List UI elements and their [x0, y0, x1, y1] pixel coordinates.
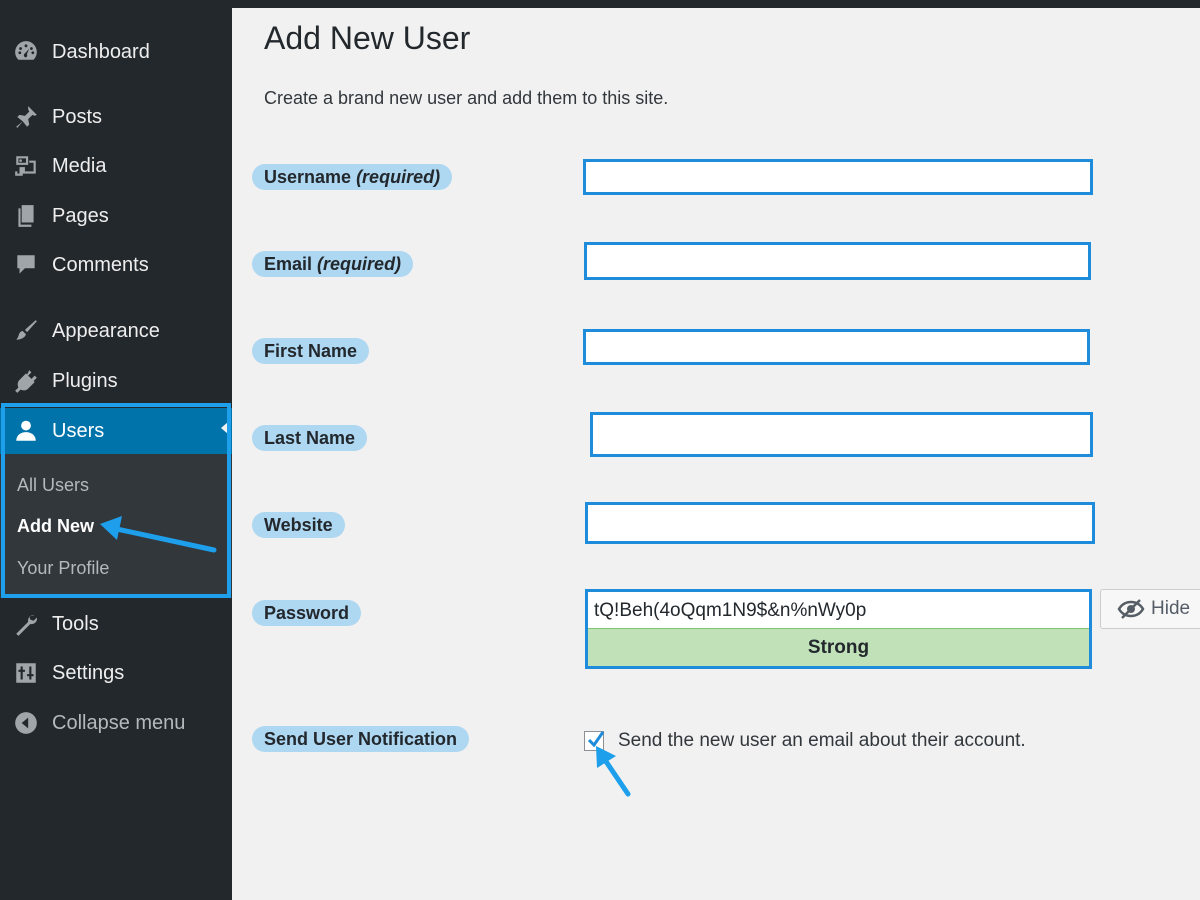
collapse-icon — [12, 709, 40, 737]
pin-icon — [12, 103, 40, 131]
email-label: Email (required) — [252, 251, 414, 277]
comment-icon — [12, 251, 40, 279]
media-icon — [12, 152, 40, 180]
email-input[interactable] — [584, 242, 1091, 280]
menu-item-plugins[interactable]: Plugins — [0, 361, 232, 401]
menu-label: Pages — [52, 204, 109, 227]
wrench-icon — [12, 610, 40, 638]
admin-sidebar: Dashboard Posts Media Pages Comments App… — [0, 0, 232, 900]
top-bar-strip — [232, 0, 1200, 8]
pages-icon — [12, 202, 40, 230]
username-input[interactable] — [583, 159, 1093, 195]
email-label-text: Email — [264, 254, 313, 274]
plugin-icon — [12, 367, 40, 395]
menu-item-users[interactable]: Users — [0, 408, 232, 454]
collapse-menu-button[interactable]: Collapse menu — [0, 703, 232, 743]
password-label: Password — [252, 600, 362, 626]
password-strength-indicator: Strong — [588, 628, 1089, 666]
notification-label-text: Send User Notification — [264, 729, 458, 749]
username-label-text: Username — [264, 167, 352, 187]
submenu-add-new[interactable]: Add New — [17, 516, 94, 537]
menu-item-comments[interactable]: Comments — [0, 245, 232, 285]
website-input[interactable] — [585, 502, 1095, 544]
submenu-your-profile[interactable]: Your Profile — [17, 558, 109, 579]
menu-label: Collapse menu — [52, 711, 186, 734]
menu-label: Media — [52, 154, 107, 177]
eye-slash-icon — [1117, 599, 1145, 619]
menu-label: Comments — [52, 253, 149, 276]
users-submenu: All Users Add New Your Profile — [0, 454, 232, 598]
menu-item-settings[interactable]: Settings — [0, 653, 232, 693]
checkmark-icon — [587, 731, 605, 748]
last-name-label-text: Last Name — [264, 428, 356, 448]
current-menu-caret — [221, 422, 228, 434]
user-icon — [12, 417, 40, 445]
submenu-all-users[interactable]: All Users — [17, 475, 89, 496]
menu-item-pages[interactable]: Pages — [0, 196, 232, 236]
settings-sliders-icon — [12, 659, 40, 687]
last-name-input[interactable] — [590, 412, 1093, 457]
menu-item-appearance[interactable]: Appearance — [0, 311, 232, 351]
notification-label: Send User Notification — [252, 726, 470, 752]
send-notification-text: Send the new user an email about their a… — [618, 730, 1026, 751]
first-name-label-text: First Name — [264, 341, 358, 361]
required-note: (required) — [356, 167, 441, 187]
required-note: (required) — [317, 254, 402, 274]
hide-button-label: Hide — [1151, 598, 1191, 619]
first-name-input[interactable] — [583, 329, 1090, 365]
menu-item-dashboard[interactable]: Dashboard — [0, 32, 232, 72]
menu-item-tools[interactable]: Tools — [0, 604, 232, 644]
menu-label: Plugins — [52, 369, 118, 392]
menu-label: Tools — [52, 612, 99, 635]
brush-icon — [12, 317, 40, 345]
username-label: Username (required) — [252, 164, 453, 190]
password-label-text: Password — [264, 603, 350, 623]
send-notification-checkbox[interactable] — [584, 731, 605, 751]
menu-label: Dashboard — [52, 40, 150, 63]
website-label: Website — [252, 512, 345, 538]
website-label-text: Website — [264, 515, 333, 535]
page-title: Add New User — [264, 20, 471, 56]
menu-label: Appearance — [52, 319, 160, 342]
password-value[interactable]: tQ!Beh(4oQqm1N9$&n%nWy0p — [594, 600, 866, 622]
menu-label: Users — [52, 419, 105, 442]
first-name-label: First Name — [252, 338, 370, 364]
menu-label: Posts — [52, 105, 103, 128]
password-field[interactable]: tQ!Beh(4oQqm1N9$&n%nWy0p Strong — [585, 589, 1092, 669]
hide-password-button[interactable]: Hide — [1100, 589, 1200, 629]
menu-item-posts[interactable]: Posts — [0, 97, 232, 137]
menu-label: Settings — [52, 661, 125, 684]
last-name-label: Last Name — [252, 425, 368, 451]
dashboard-icon — [12, 38, 40, 66]
page-description: Create a brand new user and add them to … — [264, 88, 669, 108]
menu-item-media[interactable]: Media — [0, 146, 232, 186]
